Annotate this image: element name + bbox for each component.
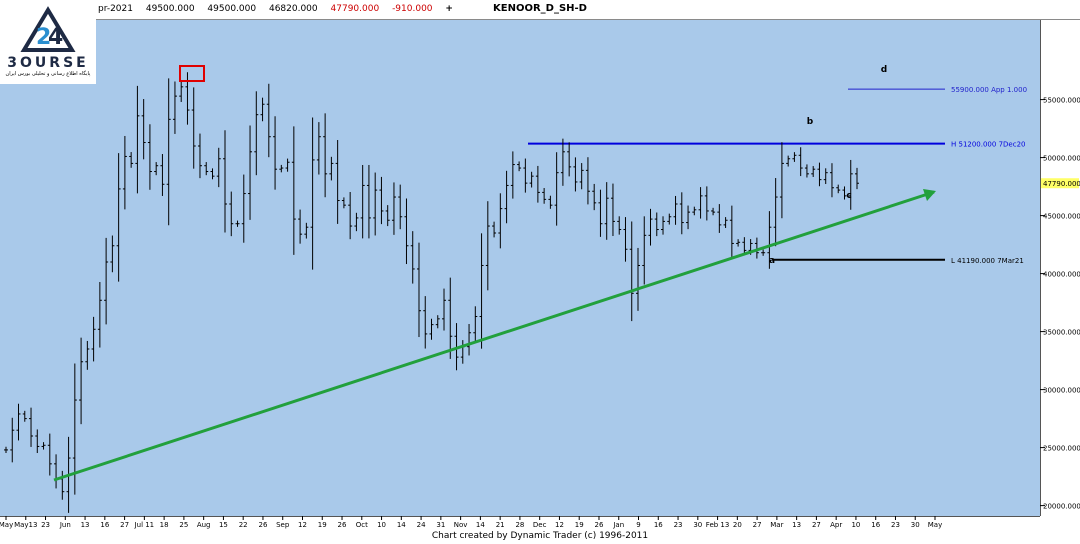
x-tick-label: 14	[397, 521, 406, 529]
x-tick-label: Jan	[612, 521, 624, 529]
y-tick-label: 25000.000	[1043, 445, 1080, 453]
x-tick-label: Oct	[356, 521, 368, 529]
x-tick-label: 18	[160, 521, 169, 529]
y-tick-label: 20000.000	[1043, 503, 1080, 511]
x-tick-label: 22	[239, 521, 248, 529]
x-tick-label: 21	[496, 521, 505, 529]
x-tick-label: Feb 13	[706, 521, 730, 529]
x-tick-label: 27	[753, 521, 762, 529]
x-tick-label: 10	[377, 521, 386, 529]
x-tick-label: Apr	[830, 521, 842, 529]
x-tick-label: Aug	[197, 521, 211, 529]
x-tick-label: 26	[258, 521, 267, 529]
app-line-label: 55900.000 App 1.000	[951, 86, 1027, 94]
x-tick-label: 9	[636, 521, 640, 529]
low-line-label: L 41190.000 7Mar21	[951, 257, 1024, 265]
x-tick-label: 13	[81, 521, 90, 529]
y-tick-label: 40000.000	[1043, 271, 1080, 279]
x-tick-label: 23	[891, 521, 900, 529]
last-price-label: 47790.000	[1043, 180, 1080, 188]
high-line-label: H 51200.000 7Dec20	[951, 141, 1025, 149]
x-tick-label: 30	[693, 521, 702, 529]
footer: Chart created by Dynamic Trader (c) 1996…	[0, 530, 1080, 544]
svg-text:4: 4	[48, 25, 63, 50]
x-tick-label: 30	[911, 521, 920, 529]
y-tick-label: 55000.000	[1043, 97, 1080, 105]
x-tick-label: Jun	[59, 521, 71, 529]
x-tick-label: May	[928, 521, 942, 529]
x-tick-label: Jul 11	[134, 521, 155, 529]
y-tick-label: 30000.000	[1043, 387, 1080, 395]
x-tick-label: 15	[219, 521, 228, 529]
peak-marker-box	[179, 65, 205, 82]
x-tick-label: 20	[733, 521, 742, 529]
x-tick-label: 12	[298, 521, 307, 529]
price-chart: 55000.000 50000.000 45000.000 40000.000 3500…	[0, 65, 1080, 529]
x-tick-label: 24	[417, 521, 426, 529]
x-tick-label: 23	[41, 521, 50, 529]
x-tick-label: Mar	[770, 521, 783, 529]
x-tick-label: Dec	[533, 521, 547, 529]
x-tick-label: 27	[812, 521, 821, 529]
x-tick-label: Nov	[454, 521, 468, 529]
x-tick-label: 23	[674, 521, 683, 529]
x-tick-label: 19	[575, 521, 584, 529]
x-tick-label: 26	[338, 521, 347, 529]
x-tick-label: 16	[654, 521, 663, 529]
bourse-logo: 2 4 3OURSE پایگاه اطلاع رسانی و تحلیلی ب…	[0, 0, 96, 84]
wave-label-d: d	[881, 65, 887, 75]
x-tick-label: May	[0, 521, 13, 529]
wave-label-b: b	[807, 117, 814, 127]
logo-mark-icon: 2 4	[20, 6, 76, 52]
credit-text: Chart created by Dynamic Trader (c) 1996…	[431, 531, 649, 541]
x-tick-label: 10	[851, 521, 860, 529]
x-tick-label: 19	[318, 521, 327, 529]
x-tick-label: 16	[871, 521, 880, 529]
x-tick-label: 26	[595, 521, 604, 529]
x-tick-label: 12	[555, 521, 564, 529]
y-tick-label: 45000.000	[1043, 213, 1080, 221]
x-tick-label: 25	[179, 521, 188, 529]
x-tick-label: May13	[14, 521, 37, 529]
x-tick-label: Sep	[276, 521, 290, 529]
chart-window: KENOOR_D_SH-D pr-2021 49500.000 49500.00…	[0, 0, 1080, 544]
x-tick-label: 14	[476, 521, 485, 529]
y-tick-label: 35000.000	[1043, 329, 1080, 337]
x-tick-label: 27	[120, 521, 129, 529]
x-tick-label: 16	[100, 521, 109, 529]
wave-label-c: c	[846, 191, 851, 201]
x-tick-label: 13	[792, 521, 801, 529]
logo-word: 3OURSE	[7, 55, 89, 71]
y-tick-label: 50000.000	[1043, 155, 1080, 163]
logo-subtitle: پایگاه اطلاع رسانی و تحلیلی بورس ایران	[5, 71, 91, 77]
x-tick-label: 28	[515, 521, 524, 529]
wave-label-a: a	[769, 256, 775, 266]
x-tick-label: 31	[436, 521, 445, 529]
